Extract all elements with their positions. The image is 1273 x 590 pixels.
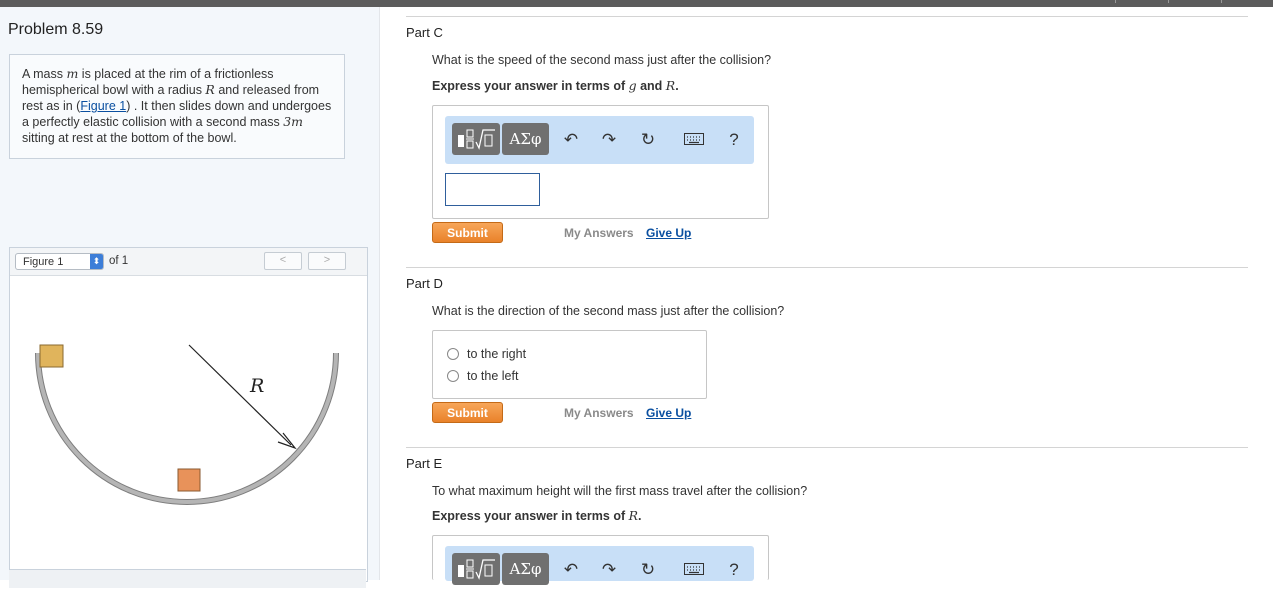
part-e-label: Part E	[406, 456, 443, 471]
symbols-button[interactable]: ΑΣφ	[502, 123, 549, 155]
part-c-answer-box: ΑΣφ ↶ ↷ ↻ ?	[432, 105, 769, 219]
variable-r: R	[205, 82, 215, 97]
radio-to-the-right[interactable]	[447, 348, 459, 360]
templates-button[interactable]	[452, 123, 500, 155]
figure-toolbar: Figure 1 ⬍ of 1 < >	[10, 248, 367, 276]
keyboard-icon[interactable]	[683, 129, 705, 151]
part-d-label: Part D	[406, 276, 443, 291]
top-bar-tick	[1115, 0, 1116, 3]
part-d-submit-button[interactable]: Submit	[432, 402, 503, 423]
figure-select-value: Figure 1	[23, 256, 64, 268]
part-d-my-answers[interactable]: My Answers	[564, 406, 634, 420]
variable-m: m	[66, 66, 79, 81]
top-bar-tick	[1221, 0, 1222, 3]
part-divider	[406, 267, 1248, 268]
reset-icon[interactable]: ↻	[637, 129, 659, 151]
intro-text: A mass	[22, 67, 67, 81]
instruction-text: Express your answer in terms of	[432, 79, 629, 93]
part-c-question: What is the speed of the second mass jus…	[432, 53, 772, 67]
bowl-figure: R	[35, 344, 339, 505]
radius-label: R	[249, 375, 264, 397]
part-e-instructions: Express your answer in terms of R.	[432, 508, 642, 523]
parts-panel: Part C What is the speed of the second m…	[380, 7, 1273, 585]
part-c-give-up-link[interactable]: Give Up	[646, 226, 691, 240]
figure-select[interactable]: Figure 1 ⬍	[15, 253, 104, 270]
figure-count: of 1	[109, 255, 129, 267]
option-label[interactable]: to the left	[467, 369, 518, 383]
undo-icon[interactable]: ↶	[560, 559, 582, 581]
help-button[interactable]: ?	[723, 129, 745, 151]
mass-3m	[177, 468, 201, 492]
prev-figure-button[interactable]: <	[264, 252, 302, 270]
radio-to-the-left[interactable]	[447, 370, 459, 382]
redo-icon[interactable]: ↷	[598, 559, 620, 581]
part-d-options-box: to the right to the left	[432, 330, 707, 399]
fraction-sqrt-icon	[458, 559, 495, 580]
part-d-question: What is the direction of the second mass…	[432, 304, 785, 318]
instruction-text: Express your answer in terms of	[432, 509, 629, 523]
variable-r: R	[628, 508, 639, 523]
help-button[interactable]: ?	[723, 559, 745, 581]
top-bar	[0, 0, 1273, 7]
intro-text: sitting at rest at the bottom of the bow…	[22, 131, 237, 145]
part-e-answer-box: ΑΣφ ↶ ↷ ↻ ?	[432, 535, 769, 585]
keyboard-icon[interactable]	[683, 559, 705, 581]
math-toolbar: ΑΣφ ↶ ↷ ↻ ?	[445, 546, 754, 585]
problem-title: Problem 8.59	[8, 21, 104, 38]
select-arrows-icon: ⬍	[90, 254, 103, 269]
fraction-sqrt-icon	[458, 129, 495, 150]
symbols-button[interactable]: ΑΣφ	[502, 553, 549, 585]
part-c-instructions: Express your answer in terms of g and R.	[432, 78, 679, 93]
mass-m	[39, 344, 64, 368]
figure-panel-footer	[9, 569, 366, 588]
part-d-give-up-link[interactable]: Give Up	[646, 406, 691, 420]
instruction-text: .	[638, 509, 642, 523]
templates-button[interactable]	[452, 553, 500, 585]
problem-intro: A mass m is placed at the rim of a frict…	[9, 54, 345, 159]
radius-arrow	[188, 344, 292, 446]
math-toolbar: ΑΣφ ↶ ↷ ↻ ?	[445, 116, 754, 164]
part-c-answer-input[interactable]	[445, 173, 540, 206]
variable-g: g	[628, 78, 637, 93]
instruction-text: .	[675, 79, 679, 93]
instruction-text: and	[636, 79, 666, 93]
figure-panel: Figure 1 ⬍ of 1 < > R	[9, 247, 368, 582]
part-divider	[406, 447, 1248, 448]
variable-r: R	[665, 78, 676, 93]
problem-panel: Problem 8.59 A mass m is placed at the r…	[0, 7, 380, 588]
option-label[interactable]: to the right	[467, 347, 526, 361]
part-e-question: To what maximum height will the first ma…	[432, 484, 808, 498]
undo-icon[interactable]: ↶	[560, 129, 582, 151]
variable-3m: 3m	[283, 114, 304, 129]
part-divider	[406, 16, 1248, 17]
part-c-my-answers[interactable]: My Answers	[564, 226, 634, 240]
figure-link[interactable]: Figure 1	[80, 99, 126, 113]
top-bar-tick	[1168, 0, 1169, 3]
redo-icon[interactable]: ↷	[598, 129, 620, 151]
reset-icon[interactable]: ↻	[637, 559, 659, 581]
next-figure-button[interactable]: >	[308, 252, 346, 270]
part-c-label: Part C	[406, 25, 443, 40]
part-c-submit-button[interactable]: Submit	[432, 222, 503, 243]
